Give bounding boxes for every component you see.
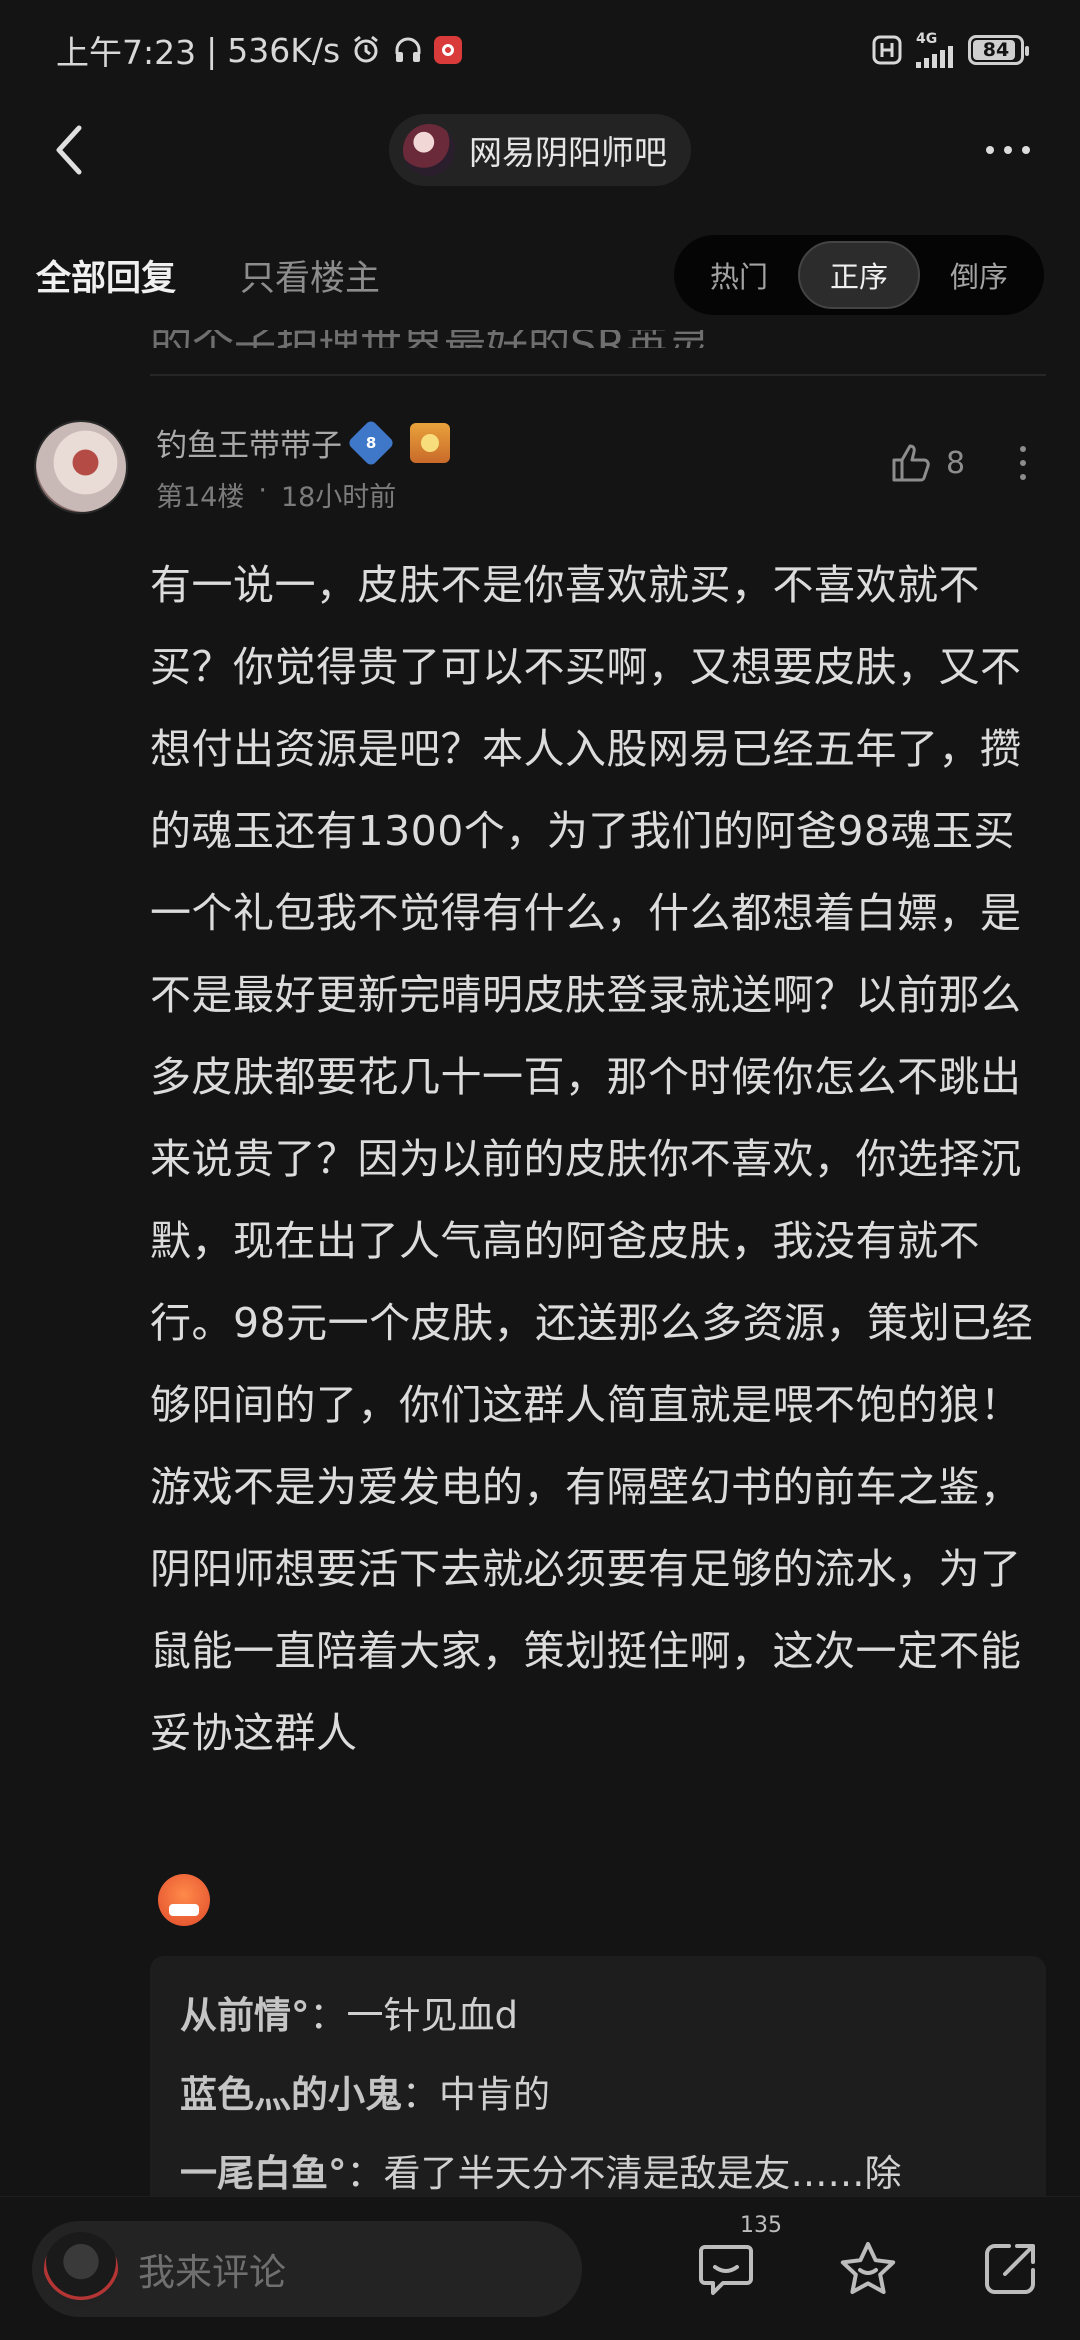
alarm-icon	[350, 34, 382, 66]
sort-hot-button[interactable]: 热门	[680, 241, 798, 309]
like-count: 8	[946, 445, 966, 481]
comment-count: 135	[740, 2212, 782, 2238]
battery-icon: 84	[968, 35, 1029, 65]
comment-placeholder: 我来评论	[138, 2250, 286, 2294]
meta-separator: ·	[258, 475, 267, 506]
status-time: 上午7:23	[56, 33, 197, 72]
comment-icon	[699, 2244, 753, 2295]
angry-emoji-icon	[158, 1874, 210, 1926]
bottom-bar: 我来评论 135	[0, 2196, 1080, 2340]
sub-reply[interactable]: 蓝色灬的小鬼：中肯的	[180, 2055, 1016, 2134]
back-button[interactable]	[40, 122, 96, 178]
filter-bar: 全部回复 只看楼主 热门 正序 倒序	[0, 220, 1080, 330]
like-button[interactable]: 8	[890, 442, 965, 484]
forum-link[interactable]: 网易阴阳师吧	[389, 114, 691, 186]
battery-level: 84	[982, 39, 1010, 61]
signal-icon: 4G	[916, 32, 954, 68]
sub-reply-text: 看了半天分不清是敌是友……除	[383, 2152, 902, 2195]
favorite-button[interactable]	[836, 2237, 900, 2301]
post-time: 18小时前	[280, 482, 397, 513]
post-meta: 第14楼 · 18小时前	[156, 475, 396, 514]
level-badge: 8	[346, 418, 396, 467]
sort-ascending-button[interactable]: 正序	[797, 241, 920, 309]
sub-replies[interactable]: 从前情°：一针见血d 蓝色灬的小鬼：中肯的 一尾白鱼°：看了半天分不清是敌是友……	[150, 1956, 1046, 2216]
level-number: 8	[365, 433, 377, 452]
username-row: 钓鱼王带带子 8	[156, 418, 450, 467]
floor-number: 第14楼	[156, 482, 245, 513]
sub-reply-author[interactable]: 蓝色灬的小鬼	[180, 2073, 402, 2116]
divider	[150, 374, 1046, 376]
sub-reply-sep: ：	[402, 2073, 439, 2116]
sub-reply-sep: ：	[309, 1994, 347, 2037]
sub-reply-author[interactable]: 一尾白鱼°	[180, 2152, 347, 2195]
sub-reply-text: 一针见血d	[346, 1994, 519, 2037]
my-avatar	[44, 2231, 118, 2306]
status-separator: |	[206, 30, 218, 70]
username[interactable]: 钓鱼王带带子	[156, 420, 342, 465]
share-icon	[985, 2243, 1035, 2294]
sub-reply[interactable]: 从前情°：一针见血d	[180, 1976, 1016, 2055]
sort-descending-button[interactable]: 倒序	[920, 241, 1038, 309]
medal-icon	[410, 422, 450, 463]
forum-name: 网易阴阳师吧	[469, 133, 667, 172]
user-avatar[interactable]	[34, 420, 128, 514]
chevron-left-icon	[56, 125, 82, 175]
tab-all-replies[interactable]: 全部回复	[36, 250, 176, 301]
status-right: 4G 84	[872, 32, 1029, 68]
star-icon	[840, 2241, 896, 2294]
forum-avatar	[403, 124, 455, 176]
hd-icon	[872, 35, 902, 65]
tab-only-op[interactable]: 只看楼主	[240, 250, 380, 301]
headphones-icon	[392, 34, 424, 66]
post-content: 有一说一，皮肤不是你喜欢就买，不喜欢就不买？你觉得贵了可以不买啊，又想要皮肤，又…	[150, 561, 1034, 1757]
comment-input[interactable]: 我来评论	[32, 2220, 582, 2317]
status-bar: 上午7:23 | 536K/s 4G 84	[0, 0, 1080, 100]
sub-reply-author[interactable]: 从前情°	[180, 1994, 310, 2037]
top-nav: 网易阴阳师吧	[0, 100, 1080, 200]
post-more-button[interactable]	[1018, 446, 1028, 480]
thumbs-up-icon	[892, 444, 930, 482]
sub-reply-text: 中肯的	[439, 2073, 550, 2116]
more-options-button[interactable]	[972, 122, 1044, 178]
network-speed: 536K/s	[227, 30, 341, 70]
network-type: 4G	[916, 31, 938, 47]
sub-reply-sep: ：	[346, 2152, 384, 2195]
comments-button[interactable]: 135	[694, 2213, 782, 2301]
sort-toggle: 热门 正序 倒序	[673, 235, 1044, 315]
bottom-actions: 135	[694, 2213, 1048, 2301]
share-button[interactable]	[978, 2237, 1042, 2301]
status-left: 上午7:23 | 536K/s	[56, 26, 463, 74]
netease-music-icon	[434, 36, 463, 64]
